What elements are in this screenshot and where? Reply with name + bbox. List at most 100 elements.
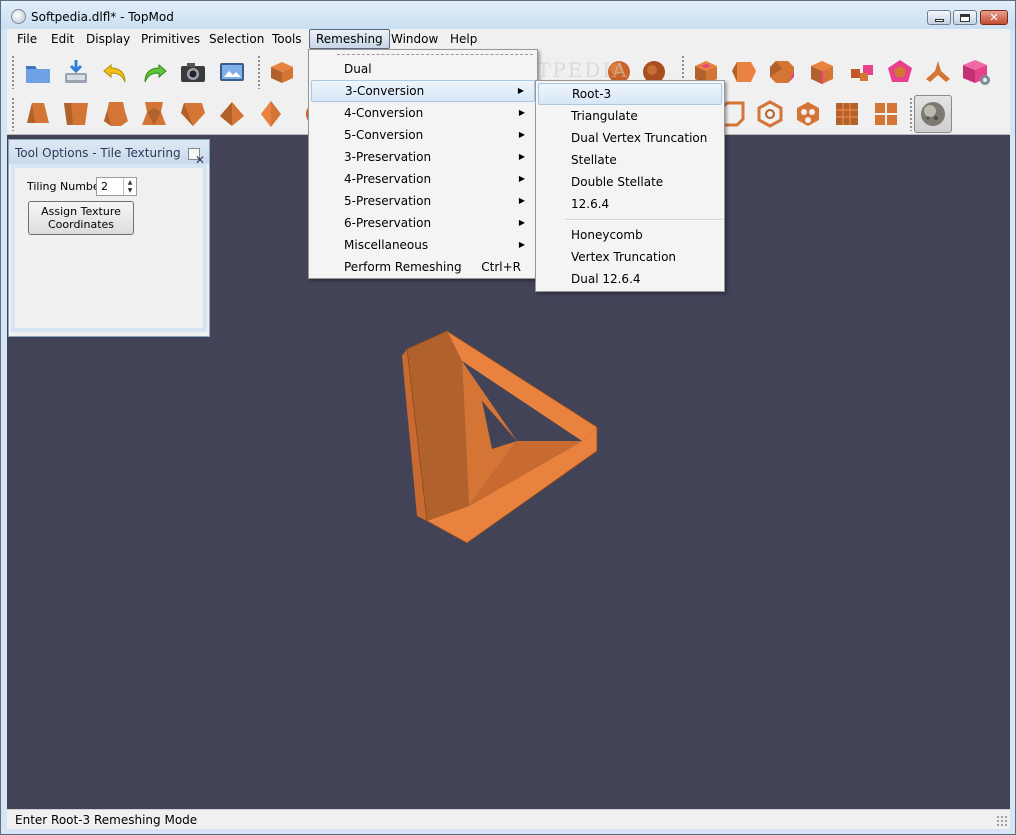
pyramid-icon bbox=[220, 102, 244, 126]
menu-item-label: 3-Preservation bbox=[344, 150, 432, 164]
menu-tools[interactable]: Tools bbox=[266, 29, 308, 49]
menu-separator bbox=[566, 219, 722, 221]
menu-tearoff-line[interactable] bbox=[337, 54, 533, 55]
tool-panel-titlebar[interactable]: Tool Options - Tile Texturing ✕ bbox=[9, 140, 209, 166]
menu-item-label: Root-3 bbox=[572, 87, 612, 101]
menu-display[interactable]: Display bbox=[80, 29, 136, 49]
menu-item-label: Perform Remeshing bbox=[344, 260, 462, 274]
stepper-down-button[interactable]: ▼ bbox=[124, 186, 136, 194]
extruded-cube-icon bbox=[64, 103, 88, 125]
pyramid-button[interactable] bbox=[213, 95, 251, 133]
menu-selection[interactable]: Selection bbox=[203, 29, 270, 49]
close-button[interactable]: ✕ bbox=[980, 10, 1008, 25]
cube-gear-button[interactable] bbox=[957, 53, 995, 91]
cube-button[interactable] bbox=[263, 53, 301, 91]
star-cube-button[interactable] bbox=[135, 95, 173, 133]
menu-remeshing[interactable]: Remeshing bbox=[309, 29, 390, 49]
submenu-arrow-icon: ▶ bbox=[518, 240, 525, 249]
submenu-arrow-icon: ▶ bbox=[517, 86, 524, 95]
menu-item-label: Vertex Truncation bbox=[571, 250, 677, 264]
redo-button[interactable] bbox=[135, 53, 173, 91]
star-cube-icon bbox=[142, 102, 166, 125]
menu-file[interactable]: File bbox=[11, 29, 43, 49]
hex-prism-button[interactable] bbox=[725, 53, 763, 91]
mobius-triangle-model[interactable] bbox=[397, 331, 607, 551]
toolbar-grip[interactable] bbox=[909, 97, 913, 131]
extruded-cube-button[interactable] bbox=[57, 95, 95, 133]
beveled-cube-button[interactable] bbox=[803, 53, 841, 91]
tool-panel-body: Tiling Number 2 ▲ ▼ Assign Texture Coord… bbox=[11, 164, 207, 332]
menu-item-4-preservation[interactable]: 4-Preservation ▶ bbox=[311, 168, 535, 190]
open-icon bbox=[26, 66, 50, 83]
submenu-item-root-3[interactable]: Root-3 bbox=[538, 83, 722, 105]
menu-edit[interactable]: Edit bbox=[45, 29, 80, 49]
screenshot-button[interactable] bbox=[213, 53, 251, 91]
status-text: Enter Root-3 Remeshing Mode bbox=[15, 813, 198, 827]
maximize-button[interactable] bbox=[953, 10, 977, 25]
menu-window[interactable]: Window bbox=[385, 29, 444, 49]
menu-item-3-preservation[interactable]: 3-Preservation ▶ bbox=[311, 146, 535, 168]
wedge-button[interactable] bbox=[174, 95, 212, 133]
menu-item-dual[interactable]: Dual bbox=[311, 58, 535, 80]
submenu-item-dual-vertex-truncation[interactable]: Dual Vertex Truncation bbox=[538, 127, 722, 149]
menu-item-6-preservation[interactable]: 6-Preservation ▶ bbox=[311, 212, 535, 234]
submenu-item-honeycomb[interactable]: Honeycomb bbox=[538, 224, 722, 246]
remeshing-menu: Dual 3-Conversion ▶ 4-Conversion ▶ 5-Conve… bbox=[308, 49, 538, 279]
stepper-up-button[interactable]: ▲ bbox=[124, 178, 136, 186]
menu-item-miscellaneous[interactable]: Miscellaneous ▶ bbox=[311, 234, 535, 256]
submenu-item-dual-12-6-4[interactable]: Dual 12.6.4 bbox=[538, 268, 722, 290]
tiling-number-label: Tiling Number bbox=[27, 180, 105, 193]
undo-button[interactable] bbox=[97, 53, 135, 91]
submenu-item-triangulate[interactable]: Triangulate bbox=[538, 105, 722, 127]
submenu-item-double-stellate[interactable]: Double Stellate bbox=[538, 171, 722, 193]
menu-item-label: 5-Preservation bbox=[344, 194, 432, 208]
menu-item-5-preservation[interactable]: 5-Preservation ▶ bbox=[311, 190, 535, 212]
save-button[interactable] bbox=[57, 53, 95, 91]
submenu-item-12-6-4[interactable]: 12.6.4 bbox=[538, 193, 722, 215]
split-cube-button[interactable] bbox=[843, 53, 881, 91]
menu-item-label: 6-Preservation bbox=[344, 216, 432, 230]
tripod-icon bbox=[926, 61, 950, 82]
chevron-up-icon: ▲ bbox=[127, 178, 133, 186]
toolbar-grip[interactable] bbox=[257, 55, 261, 89]
menu-item-3-conversion[interactable]: 3-Conversion ▶ bbox=[311, 80, 535, 102]
open-button[interactable] bbox=[19, 53, 57, 91]
texture-sphere-icon bbox=[921, 102, 945, 126]
title-bar[interactable]: Softpedia.dlfl* - TopMod ✕ bbox=[1, 1, 1015, 29]
submenu-arrow-icon: ▶ bbox=[518, 108, 525, 117]
menu-item-4-conversion[interactable]: 4-Conversion ▶ bbox=[311, 102, 535, 124]
toolbar-grip[interactable] bbox=[11, 55, 15, 89]
tiling-number-value[interactable]: 2 bbox=[101, 180, 108, 193]
minimize-button[interactable] bbox=[927, 10, 951, 25]
resize-grip-icon[interactable] bbox=[996, 815, 1008, 827]
cage-cube-button[interactable] bbox=[789, 95, 827, 133]
grid-cube-button[interactable] bbox=[828, 95, 866, 133]
texture-sphere-button[interactable] bbox=[914, 95, 952, 133]
chamfer-cube-button[interactable] bbox=[763, 53, 801, 91]
panel-close-button[interactable]: ✕ bbox=[188, 148, 205, 166]
beveled-cube-icon bbox=[811, 61, 833, 84]
double-pyramid-button[interactable] bbox=[252, 95, 290, 133]
menu-item-label: Honeycomb bbox=[571, 228, 643, 242]
menu-primitives[interactable]: Primitives bbox=[135, 29, 206, 49]
assign-texture-coordinates-button[interactable]: Assign Texture Coordinates bbox=[28, 201, 134, 235]
submenu-item-stellate[interactable]: Stellate bbox=[538, 149, 722, 171]
truncated-pyramid-button[interactable] bbox=[19, 95, 57, 133]
tiling-number-stepper[interactable]: 2 ▲ ▼ bbox=[96, 177, 137, 196]
tripod-button[interactable] bbox=[919, 53, 957, 91]
tapered-cube-button[interactable] bbox=[97, 95, 135, 133]
submenu-item-vertex-truncation[interactable]: Vertex Truncation bbox=[538, 246, 722, 268]
lattice-cube-button[interactable] bbox=[751, 95, 789, 133]
stepper-buttons: ▲ ▼ bbox=[123, 178, 136, 195]
toolbar-grip[interactable] bbox=[11, 97, 15, 131]
screenshot-icon bbox=[220, 63, 244, 81]
menu-item-perform-remeshing[interactable]: Perform Remeshing Ctrl+R bbox=[311, 256, 535, 278]
menu-item-label: Dual Vertex Truncation bbox=[571, 131, 708, 145]
dodecahedron-button[interactable] bbox=[881, 53, 919, 91]
tiled-cube-button[interactable] bbox=[867, 95, 905, 133]
menu-item-label: Dual 12.6.4 bbox=[571, 272, 641, 286]
menu-help[interactable]: Help bbox=[444, 29, 483, 49]
3-conversion-submenu: Root-3 Triangulate Dual Vertex Truncatio… bbox=[535, 80, 725, 292]
menu-item-5-conversion[interactable]: 5-Conversion ▶ bbox=[311, 124, 535, 146]
camera-button[interactable] bbox=[174, 53, 212, 91]
